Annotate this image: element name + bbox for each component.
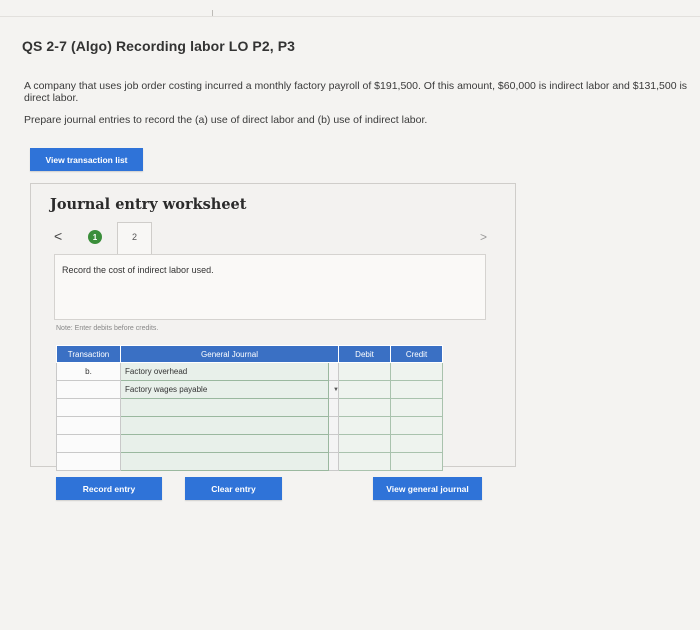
transaction-cell <box>56 398 121 417</box>
step-1-complete-icon[interactable]: 1 <box>88 230 102 244</box>
account-cell[interactable]: Factory wages payable <box>120 380 329 399</box>
clear-entry-button[interactable]: Clear entry <box>185 477 282 500</box>
transaction-cell <box>56 452 121 471</box>
question-title: QS 2-7 (Algo) Recording labor LO P2, P3 <box>22 38 296 54</box>
instruction-box <box>54 254 486 320</box>
debit-input[interactable] <box>338 380 392 399</box>
table-row: Factory wages payable ▼ <box>56 380 444 399</box>
debit-input[interactable] <box>338 452 392 471</box>
top-divider <box>0 16 700 17</box>
account-cell[interactable] <box>120 434 329 453</box>
table-row: b. Factory overhead <box>56 362 444 381</box>
account-cell[interactable] <box>120 416 329 435</box>
table-row <box>56 452 444 471</box>
next-arrow-icon[interactable]: > <box>480 230 487 244</box>
debit-input[interactable] <box>338 434 392 453</box>
transaction-cell <box>56 416 121 435</box>
credit-input[interactable] <box>390 362 444 381</box>
account-cell[interactable] <box>120 452 329 471</box>
account-dropdown-icon[interactable] <box>327 434 340 453</box>
journal-table: Transaction General Journal Debit Credit… <box>56 345 444 471</box>
credit-input[interactable] <box>390 434 444 453</box>
step-2-tab[interactable]: 2 <box>117 222 152 255</box>
divider-tick <box>212 10 213 16</box>
credit-input[interactable] <box>390 452 444 471</box>
table-row <box>56 434 444 453</box>
account-dropdown-icon[interactable] <box>327 416 340 435</box>
question-instruction: Prepare journal entries to record the (a… <box>24 114 428 126</box>
account-dropdown-icon[interactable] <box>327 452 340 471</box>
debit-header: Debit <box>338 345 392 363</box>
table-row <box>56 416 444 435</box>
instruction-text: Record the cost of indirect labor used. <box>62 265 214 275</box>
prev-arrow-icon[interactable]: < <box>54 228 62 244</box>
credit-header: Credit <box>390 345 444 363</box>
general-journal-header: General Journal <box>119 345 340 363</box>
view-transaction-list-button[interactable]: View transaction list <box>30 148 143 171</box>
debit-input[interactable] <box>338 416 392 435</box>
transaction-cell <box>56 380 121 399</box>
transaction-header: Transaction <box>56 345 121 363</box>
account-cell[interactable]: Factory overhead <box>120 362 329 381</box>
record-entry-button[interactable]: Record entry <box>56 477 162 500</box>
account-dropdown-icon[interactable]: ▼ <box>327 380 340 399</box>
entry-note: Note: Enter debits before credits. <box>56 325 159 332</box>
credit-input[interactable] <box>390 398 444 417</box>
worksheet-title: Journal entry worksheet <box>50 196 247 213</box>
view-general-journal-button[interactable]: View general journal <box>373 477 482 500</box>
account-dropdown-icon[interactable] <box>327 398 340 417</box>
account-cell[interactable] <box>120 398 329 417</box>
transaction-cell <box>56 434 121 453</box>
transaction-cell: b. <box>56 362 121 381</box>
debit-input[interactable] <box>338 398 392 417</box>
question-text: A company that uses job order costing in… <box>24 80 688 104</box>
account-dropdown-icon[interactable] <box>327 362 340 381</box>
credit-input[interactable] <box>390 416 444 435</box>
credit-input[interactable] <box>390 380 444 399</box>
debit-input[interactable] <box>338 362 392 381</box>
table-row <box>56 398 444 417</box>
